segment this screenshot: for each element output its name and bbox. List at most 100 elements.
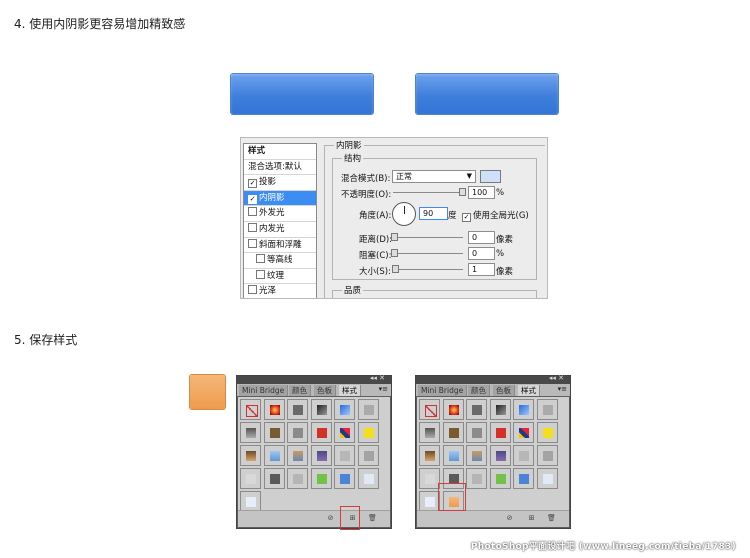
style-item-inner-shadow[interactable]: ✓ 内阴影 [244, 190, 316, 207]
style-swatch[interactable] [240, 399, 261, 420]
trash-icon[interactable]: 🗑 [547, 514, 556, 523]
checkbox-icon[interactable] [248, 222, 257, 232]
style-swatch[interactable] [240, 468, 261, 489]
style-swatch[interactable] [489, 422, 511, 443]
style-item-satin[interactable]: 光泽 [244, 284, 316, 298]
style-swatch[interactable] [513, 399, 534, 420]
style-item-blending-options[interactable]: 混合选项:默认 [244, 160, 316, 176]
style-swatch[interactable] [240, 491, 261, 512]
checkbox-icon[interactable] [248, 207, 257, 217]
style-swatch[interactable] [536, 399, 558, 420]
panel-menu-icon[interactable]: ▾≡ [379, 385, 388, 393]
style-swatch[interactable] [334, 445, 355, 466]
style-swatch[interactable] [263, 445, 285, 466]
tab-swatches[interactable]: 色板 [314, 385, 336, 396]
style-swatch[interactable] [287, 422, 308, 443]
style-item-contour[interactable]: 等高线 [244, 253, 316, 269]
global-light-checkbox[interactable]: ✓ 使用全局光(G) [462, 209, 529, 222]
style-item-texture[interactable]: 纹理 [244, 269, 316, 285]
style-swatch[interactable] [310, 468, 332, 489]
tab-mini-bridge[interactable]: Mini Bridge [239, 385, 289, 396]
style-swatch[interactable] [287, 468, 308, 489]
checkbox-icon[interactable] [256, 269, 265, 279]
tab-color[interactable]: 颜色 [289, 385, 311, 396]
style-swatch[interactable] [442, 445, 464, 466]
opacity-input[interactable]: 100 [468, 186, 495, 199]
style-swatch[interactable] [419, 422, 440, 443]
angle-input[interactable]: 90 [419, 207, 448, 220]
style-swatch[interactable] [489, 468, 511, 489]
style-swatch[interactable] [287, 445, 308, 466]
style-swatch[interactable] [442, 422, 464, 443]
tab-color[interactable]: 颜色 [468, 385, 490, 396]
angle-dial[interactable] [392, 202, 416, 226]
distance-slider[interactable] [393, 237, 463, 238]
style-swatch[interactable] [466, 422, 487, 443]
style-swatch[interactable] [489, 399, 511, 420]
style-swatch[interactable] [357, 445, 379, 466]
style-item-outer-glow[interactable]: 外发光 [244, 206, 316, 222]
style-swatch[interactable] [536, 468, 558, 489]
style-swatch[interactable] [536, 422, 558, 443]
blend-mode-select[interactable]: 正常 ▼ [392, 170, 476, 183]
choke-slider-handle[interactable] [391, 249, 398, 257]
style-swatch[interactable] [310, 445, 332, 466]
tab-swatches[interactable]: 色板 [493, 385, 515, 396]
collapse-icon[interactable]: ◂◂ ✕ [549, 374, 564, 382]
style-swatch[interactable] [513, 422, 534, 443]
style-swatch[interactable] [419, 399, 440, 420]
size-slider-handle[interactable] [392, 265, 399, 273]
clear-style-icon[interactable]: ⊘ [505, 514, 514, 523]
style-swatch[interactable] [466, 468, 487, 489]
style-swatch[interactable] [536, 445, 558, 466]
style-swatch[interactable] [357, 468, 379, 489]
style-swatch[interactable] [419, 468, 440, 489]
style-item-bevel-emboss[interactable]: 斜面和浮雕 [244, 238, 316, 254]
style-swatch[interactable] [334, 422, 355, 443]
style-swatch[interactable] [466, 445, 487, 466]
checkbox-icon[interactable] [248, 285, 257, 295]
checkbox-icon[interactable] [256, 254, 265, 264]
opacity-slider-handle[interactable] [459, 188, 466, 196]
style-swatch[interactable] [489, 445, 511, 466]
clear-style-icon[interactable]: ⊘ [326, 514, 335, 523]
collapse-icon[interactable]: ◂◂ ✕ [370, 374, 385, 382]
checkbox-checked-icon[interactable]: ✓ [248, 179, 257, 189]
style-swatch[interactable] [419, 491, 440, 512]
checkbox-checked-icon[interactable]: ✓ [248, 194, 257, 204]
tab-mini-bridge[interactable]: Mini Bridge [418, 385, 468, 396]
tab-styles[interactable]: 样式 [518, 385, 540, 396]
style-swatch[interactable] [357, 422, 379, 443]
style-swatch[interactable] [442, 399, 464, 420]
style-swatch[interactable] [263, 422, 285, 443]
trash-icon[interactable]: 🗑 [368, 514, 377, 523]
style-swatch[interactable] [287, 399, 308, 420]
style-swatch[interactable] [263, 399, 285, 420]
style-swatch[interactable] [513, 445, 534, 466]
style-swatch[interactable] [357, 399, 379, 420]
choke-slider[interactable] [393, 253, 463, 254]
opacity-slider[interactable] [393, 192, 463, 193]
style-swatch[interactable] [466, 399, 487, 420]
shadow-color-swatch[interactable] [480, 170, 501, 183]
style-swatch[interactable] [334, 399, 355, 420]
distance-slider-handle[interactable] [391, 233, 398, 241]
checkbox-checked-icon[interactable]: ✓ [462, 213, 471, 222]
tab-styles[interactable]: 样式 [339, 385, 361, 396]
size-slider[interactable] [393, 269, 463, 270]
style-swatch[interactable] [263, 468, 285, 489]
panel-menu-icon[interactable]: ▾≡ [558, 385, 567, 393]
style-item-drop-shadow[interactable]: ✓ 投影 [244, 175, 316, 191]
checkbox-icon[interactable] [248, 238, 257, 248]
style-swatch[interactable] [513, 468, 534, 489]
size-input[interactable]: 1 [468, 263, 495, 276]
style-item-inner-glow[interactable]: 内发光 [244, 222, 316, 238]
style-swatch[interactable] [240, 445, 261, 466]
style-swatch[interactable] [419, 445, 440, 466]
style-swatch[interactable] [310, 422, 332, 443]
style-swatch[interactable] [334, 468, 355, 489]
distance-input[interactable]: 0 [468, 231, 495, 244]
new-style-icon[interactable]: ⊞ [527, 514, 536, 523]
style-swatch[interactable] [240, 422, 261, 443]
choke-input[interactable]: 0 [468, 247, 495, 260]
